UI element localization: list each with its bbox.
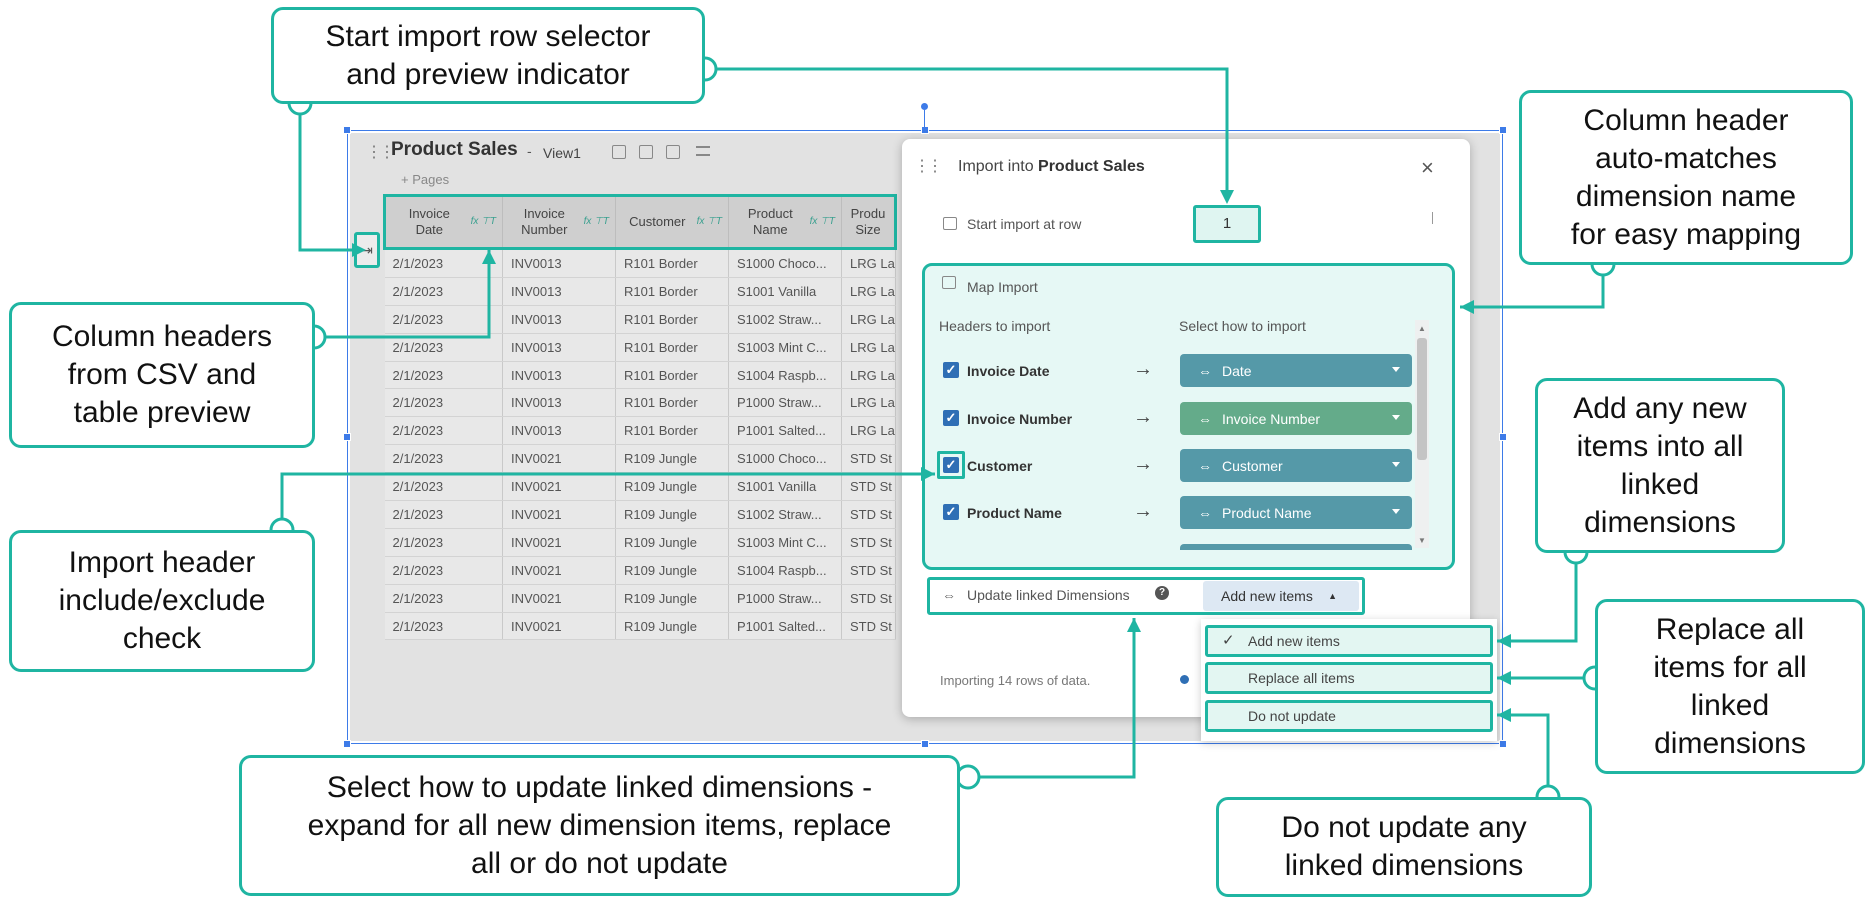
callout-replace-all: Replace all items for all linked dimensions bbox=[1595, 599, 1865, 774]
callout-auto-match: Column header auto-matches dimension name f… bbox=[1519, 90, 1853, 265]
callout-add-new: Add any new items into all linked dimension… bbox=[1535, 378, 1785, 553]
callout-include-exclude: Import header include/exclude check bbox=[9, 530, 315, 672]
callout-start-row: Start import row selector and preview ind… bbox=[271, 7, 705, 104]
callout-select-how: Select how to update linked dimensions -… bbox=[239, 755, 960, 896]
callout-headers-csv: Column headers from CSV and table preview bbox=[9, 302, 315, 448]
callout-do-not-update: Do not update any linked dimensions bbox=[1216, 797, 1592, 897]
